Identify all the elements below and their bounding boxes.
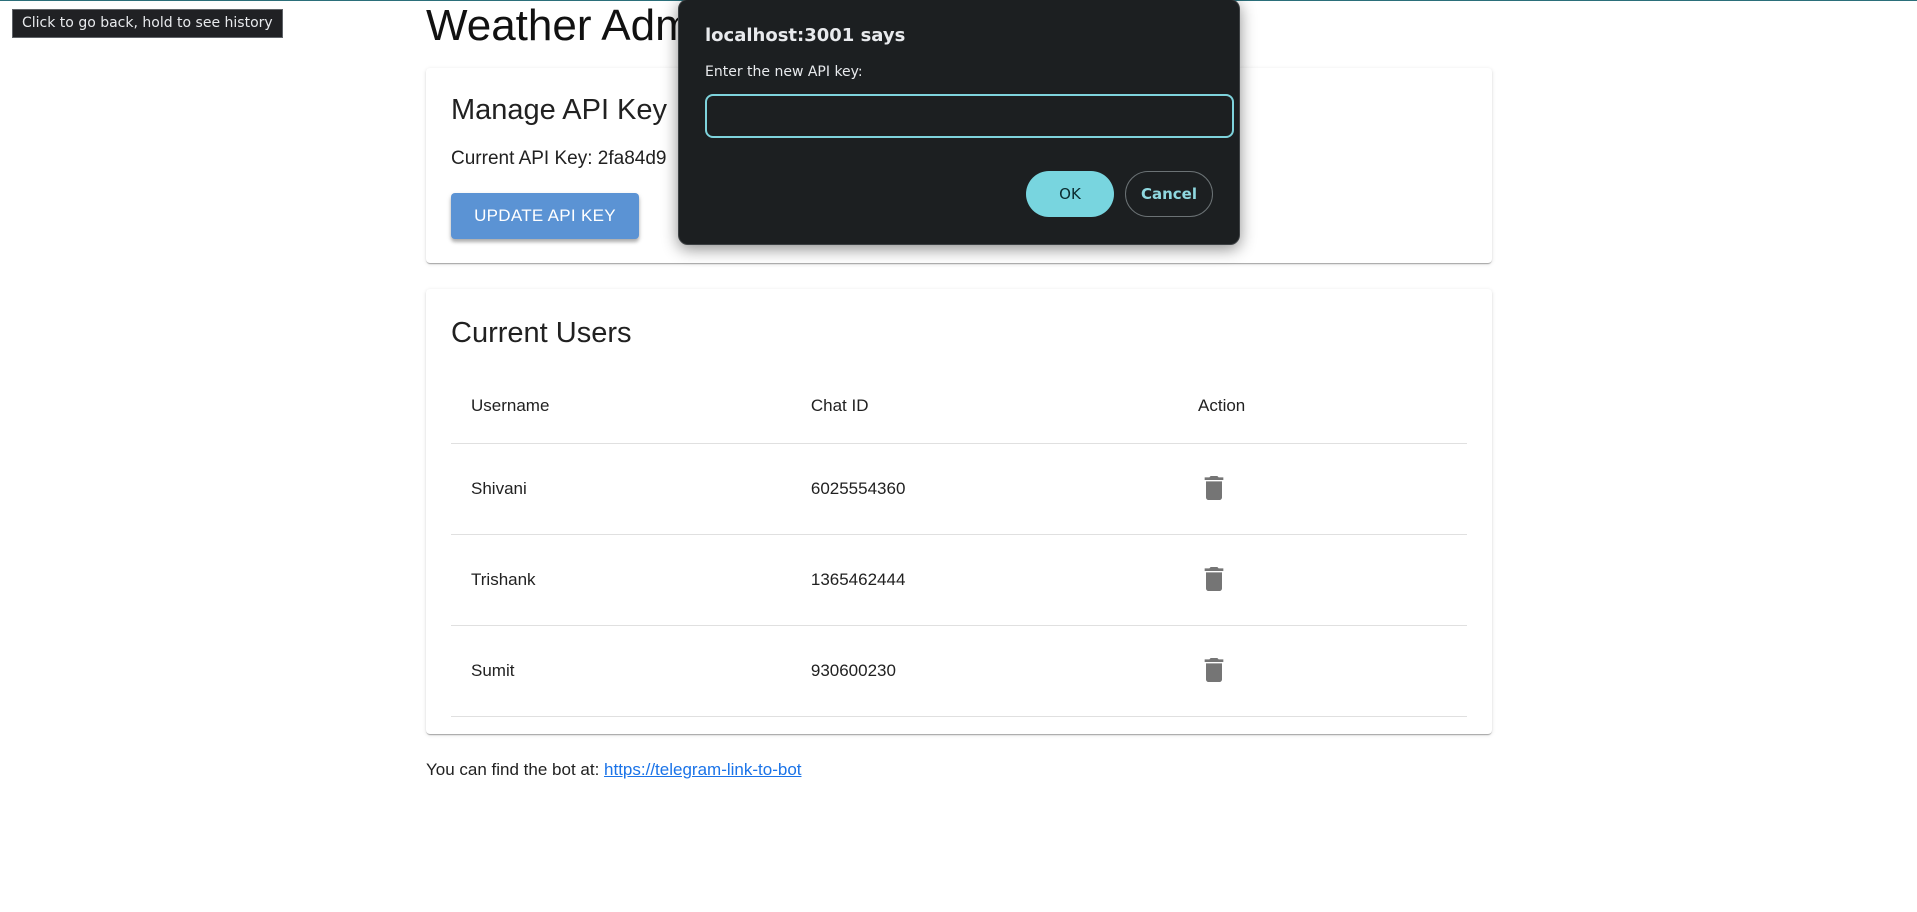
- trash-icon: [1204, 566, 1224, 591]
- ok-button[interactable]: OK: [1026, 171, 1114, 217]
- users-table: Username Chat ID Action Shivani 60255543…: [451, 369, 1467, 717]
- update-api-key-button[interactable]: UPDATE API KEY: [451, 193, 639, 239]
- cancel-button[interactable]: Cancel: [1125, 171, 1213, 217]
- current-api-key-label: Current API Key:: [451, 148, 593, 169]
- column-header-chat-id: Chat ID: [790, 369, 1179, 444]
- cell-chat-id: 930600230: [790, 625, 1179, 717]
- bot-link-footer: You can find the bot at: https://telegra…: [426, 760, 802, 780]
- table-header-row: Username Chat ID Action: [451, 369, 1467, 444]
- current-api-key-value: 2fa84d9: [597, 148, 667, 169]
- trash-icon: [1204, 657, 1224, 682]
- cell-username: Trishank: [451, 534, 791, 626]
- table-row: Shivani 6025554360: [451, 443, 1467, 535]
- back-button-tooltip: Click to go back, hold to see history: [12, 9, 283, 38]
- column-header-username: Username: [451, 369, 791, 444]
- cell-chat-id: 6025554360: [790, 443, 1179, 535]
- users-card-title: Current Users: [451, 317, 632, 349]
- delete-user-button[interactable]: [1190, 465, 1238, 513]
- dialog-message: Enter the new API key:: [705, 64, 863, 80]
- footer-text: You can find the bot at:: [426, 760, 600, 779]
- telegram-bot-link[interactable]: https://telegram-link-to-bot: [604, 760, 801, 779]
- cell-chat-id: 1365462444: [790, 534, 1179, 626]
- delete-user-button[interactable]: [1190, 647, 1238, 695]
- column-header-action: Action: [1178, 369, 1467, 444]
- table-row: Sumit 930600230: [451, 625, 1467, 717]
- delete-user-button[interactable]: [1190, 556, 1238, 604]
- cell-username: Shivani: [451, 443, 791, 535]
- dialog-title: localhost:3001 says: [705, 25, 906, 46]
- trash-icon: [1204, 475, 1224, 500]
- prompt-dialog: localhost:3001 says Enter the new API ke…: [678, 0, 1240, 245]
- current-api-key: Current API Key: 2fa84d9: [451, 148, 666, 170]
- api-key-input[interactable]: [705, 94, 1234, 138]
- api-card-title: Manage API Key: [451, 94, 668, 126]
- table-row: Trishank 1365462444: [451, 534, 1467, 626]
- cell-username: Sumit: [451, 625, 791, 717]
- users-card: Current Users Username Chat ID Action Sh…: [426, 289, 1492, 734]
